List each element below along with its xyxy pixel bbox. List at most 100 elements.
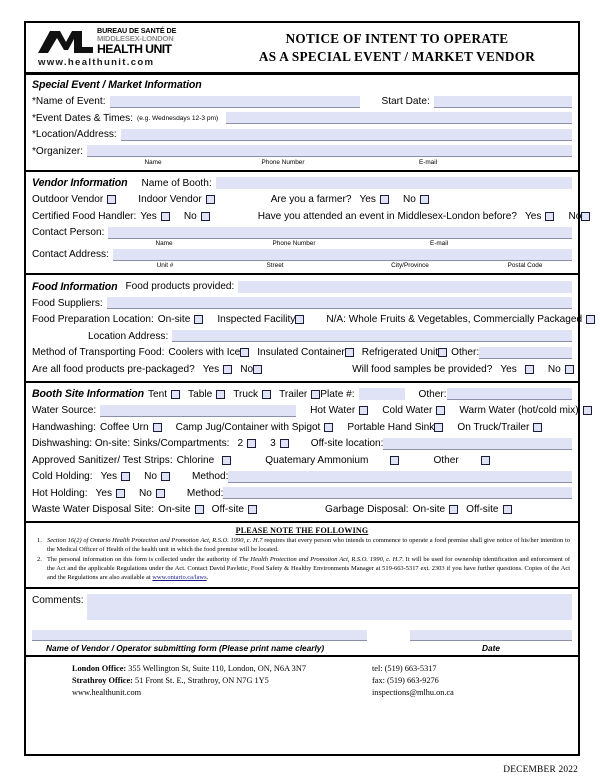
checkbox-certified-no[interactable] — [200, 211, 210, 221]
checkbox-sinks-2[interactable] — [247, 439, 257, 448]
checkbox-prepackaged-yes[interactable] — [223, 364, 233, 374]
input-booth-other[interactable] — [446, 388, 572, 400]
caption-name: Name — [144, 158, 162, 166]
label-hot-holding-method: Method: — [186, 487, 224, 499]
caption-email: E-mail — [418, 158, 438, 166]
input-vendor-name[interactable] — [32, 630, 367, 642]
label-prep-location: Food Preparation Location: — [32, 314, 154, 325]
input-contact-address[interactable] — [112, 248, 572, 261]
input-food-suppliers[interactable] — [106, 297, 572, 309]
label-prepackaged-yes: Yes — [202, 363, 220, 375]
checkbox-sanitizer-other[interactable] — [480, 455, 490, 465]
title-line-2: AS A SPECIAL EVENT / MARKET VENDOR — [258, 48, 536, 64]
footer-london-label: London Office: — [72, 664, 127, 674]
checkbox-farmer-no[interactable] — [419, 195, 429, 204]
input-water-source[interactable] — [100, 404, 297, 417]
input-signature-date[interactable] — [409, 630, 572, 642]
checkbox-outdoor-vendor[interactable] — [107, 195, 117, 204]
label-transport-insulated: Insulated Container — [257, 347, 345, 358]
checkbox-camp-jug[interactable] — [324, 422, 334, 432]
checkbox-coffee-urn[interactable] — [152, 422, 162, 432]
checkbox-on-truck-trailer[interactable] — [533, 422, 543, 432]
label-waste-offsite: Off-site — [211, 504, 245, 515]
input-name-of-booth[interactable] — [215, 177, 572, 189]
input-food-products[interactable] — [238, 280, 572, 293]
checkbox-transport-insulated[interactable] — [344, 348, 354, 357]
checkbox-samples-yes[interactable] — [524, 364, 534, 374]
ontario-laws-link[interactable]: www.ontario.ca/laws — [152, 574, 206, 581]
footer-london-address: 355 Wellington St, Suite 110, London, ON… — [126, 664, 306, 674]
caption-postal: Postal Code — [507, 262, 543, 269]
checkbox-tent[interactable] — [171, 389, 181, 399]
label-plate: Plate #: — [320, 388, 355, 400]
label-event-dates: *Event Dates & Times — [32, 112, 131, 124]
section-special-event: Special Event / Market Information *Name… — [26, 75, 578, 172]
label-handwashing: Handwashing: — [32, 421, 96, 433]
checkbox-hot-holding-yes[interactable] — [116, 488, 126, 498]
label-garbage-disposal: Garbage Disposal: — [325, 504, 409, 515]
checkbox-chlorine[interactable] — [222, 455, 232, 465]
input-cold-holding-method[interactable] — [228, 470, 572, 483]
label-warm-water: Warm Water (hot/cold mix) — [459, 405, 579, 416]
footer-strathroy-label: Strathroy Office: — [72, 676, 133, 686]
checkbox-sinks-3[interactable] — [279, 439, 289, 448]
checkbox-farmer-yes[interactable] — [379, 195, 389, 204]
label-samples-no: No — [547, 363, 561, 375]
checkbox-truck[interactable] — [262, 389, 272, 399]
checkbox-cold-holding-no[interactable] — [160, 472, 170, 481]
label-indoor-vendor: Indoor Vendor — [138, 194, 202, 205]
label-cold-holding-yes: Yes — [100, 471, 118, 482]
checkbox-warm-water[interactable] — [582, 406, 592, 415]
input-transport-other[interactable] — [479, 346, 572, 359]
checkbox-transport-refrigerated[interactable] — [438, 348, 448, 357]
footer-website[interactable]: www.healthunit.com — [72, 687, 372, 699]
input-location-address[interactable] — [120, 128, 572, 141]
checkbox-prep-inspected[interactable] — [295, 315, 305, 324]
input-location-address-food[interactable] — [172, 330, 572, 342]
document-header: BUREAU DE SANTÉ DE MIDDLESEX-LONDON HEAL… — [26, 23, 578, 75]
input-plate-number[interactable] — [358, 388, 405, 400]
checkbox-portable-sink[interactable] — [434, 422, 444, 432]
checkbox-garbage-onsite[interactable] — [449, 505, 459, 514]
checkbox-prep-onsite[interactable] — [194, 315, 204, 324]
checkbox-attended-yes[interactable] — [545, 211, 555, 221]
label-cold-holding: Cold Holding: — [32, 471, 93, 482]
label-quaternary: Quatemary Ammonium — [265, 454, 369, 466]
checkbox-transport-coolers[interactable] — [240, 348, 250, 357]
label-transport-refrigerated: Refrigerated Unit — [361, 347, 439, 358]
note-body: The personal information on this form is… — [47, 556, 570, 583]
checkbox-quaternary[interactable] — [390, 455, 400, 465]
input-comments[interactable] — [86, 594, 572, 621]
input-event-dates[interactable] — [226, 112, 572, 124]
checkbox-samples-no[interactable] — [564, 364, 574, 374]
checkbox-waste-onsite[interactable] — [194, 505, 204, 514]
input-offsite-location[interactable] — [383, 437, 572, 450]
checkbox-table[interactable] — [216, 389, 226, 399]
checkbox-prepackaged-no[interactable] — [253, 364, 263, 374]
checkbox-prep-na[interactable] — [586, 315, 596, 324]
checkbox-hot-holding-no[interactable] — [155, 488, 165, 498]
section-food-information: Food Information Food products provided:… — [26, 275, 596, 383]
checkbox-indoor-vendor[interactable] — [205, 195, 215, 204]
input-organizer[interactable] — [87, 145, 572, 157]
label-garbage-onsite: On-site — [412, 504, 446, 515]
checkbox-waste-offsite[interactable] — [248, 505, 258, 514]
input-contact-person[interactable] — [108, 226, 572, 239]
input-start-date[interactable] — [433, 95, 572, 108]
label-hot-holding-yes: Yes — [95, 487, 113, 499]
input-hot-holding-method[interactable] — [223, 487, 572, 499]
checkbox-hot-water[interactable] — [359, 406, 369, 415]
footer-email[interactable]: inspections@mlhu.on.ca — [372, 687, 572, 699]
checkbox-garbage-offsite[interactable] — [502, 505, 512, 514]
checkbox-cold-holding-yes[interactable] — [121, 472, 131, 481]
note-item: 1. Section 16(2) of Ontario Health Prote… — [34, 537, 570, 555]
input-name-of-event[interactable] — [109, 95, 360, 108]
checkbox-cold-water[interactable] — [436, 406, 446, 415]
checkbox-trailer[interactable] — [311, 389, 321, 399]
title-line-1: NOTICE OF INTENT TO OPERATE — [285, 30, 509, 46]
captions-organizer: Name Phone Number E-mail — [32, 159, 572, 166]
section-title-booth: Booth Site Information — [32, 388, 144, 400]
checkbox-certified-yes[interactable] — [160, 211, 170, 221]
checkbox-attended-no[interactable] — [581, 211, 591, 221]
section-please-note: PLEASE NOTE THE FOLLOWING 1. Section 16(… — [26, 523, 578, 590]
